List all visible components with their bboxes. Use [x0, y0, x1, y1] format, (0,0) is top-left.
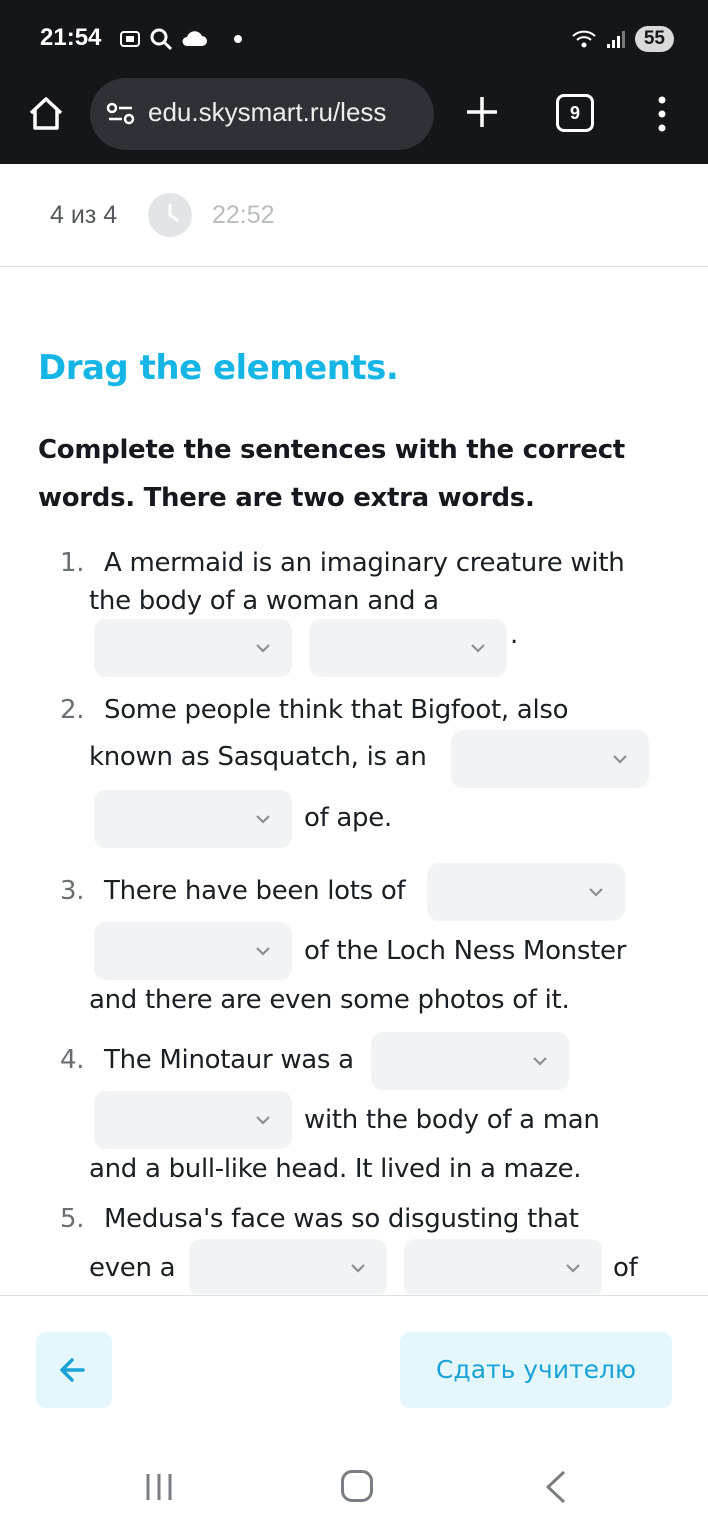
action-bar: Сдать учителю — [0, 1295, 708, 1425]
screenshot-icon — [120, 31, 140, 47]
site-settings-icon[interactable] — [106, 102, 136, 126]
submit-to-teacher-button[interactable]: Сдать учителю — [400, 1332, 672, 1408]
search-icon — [150, 28, 173, 51]
task-instructions: Complete the sentences with the correct … — [38, 435, 625, 513]
progress-row: 4 из 4 22:52 — [0, 165, 708, 267]
question-text: There have been lots of — [104, 876, 406, 906]
answer-dropdown[interactable] — [427, 863, 625, 921]
back-nav-icon[interactable] — [544, 1470, 568, 1504]
question-text: Medusa's face was so disgusting that — [104, 1204, 579, 1234]
task-content[interactable]: Drag the elements. Complete the sentence… — [0, 268, 708, 1294]
answer-dropdown[interactable] — [94, 1091, 292, 1149]
question-text: even a — [89, 1253, 176, 1283]
status-bar: 21:54 55 — [0, 0, 708, 78]
browser-toolbar: edu.skysmart.ru/less 9 — [0, 78, 708, 164]
recent-apps-icon[interactable] — [144, 1472, 176, 1502]
chevron-down-icon — [533, 1057, 547, 1066]
new-tab-icon[interactable] — [464, 94, 500, 130]
question-text: of the Loch Ness Monster — [304, 936, 627, 966]
question-number: 2. — [60, 695, 85, 725]
status-icons-left — [118, 26, 242, 52]
answer-dropdown[interactable] — [451, 730, 649, 788]
arrow-left-icon — [60, 1358, 85, 1382]
answer-dropdown[interactable] — [404, 1239, 602, 1294]
clock-icon — [148, 193, 192, 237]
battery-indicator: 55 — [634, 26, 674, 52]
status-time: 21:54 — [40, 24, 102, 51]
question-number: 3. — [60, 876, 85, 906]
previous-button[interactable] — [36, 1332, 112, 1408]
more-menu-icon[interactable] — [652, 94, 672, 134]
url-text[interactable]: edu.skysmart.ru/less — [148, 97, 386, 128]
tab-switcher-button[interactable]: 9 — [556, 94, 594, 132]
question-number: 4. — [60, 1045, 85, 1075]
question-text: known as Sasquatch, is an — [89, 742, 427, 772]
cloud-icon — [182, 31, 207, 46]
system-nav-bar — [0, 1426, 708, 1536]
timer: 22:52 — [212, 201, 275, 229]
question-number: 5. — [60, 1204, 85, 1234]
home-icon[interactable] — [26, 94, 66, 134]
question-text: A mermaid is an imaginary creature with — [104, 548, 625, 578]
answer-dropdown[interactable] — [94, 619, 292, 677]
answer-dropdown[interactable] — [309, 619, 507, 677]
chevron-down-icon — [256, 947, 270, 956]
answer-dropdown[interactable] — [94, 922, 292, 980]
chevron-down-icon — [589, 888, 603, 897]
question-text: . — [510, 620, 518, 650]
question-text: and a bull-like head. It lived in a maze… — [89, 1154, 582, 1184]
answer-dropdown[interactable] — [189, 1239, 387, 1294]
question-text: the body of a woman and a — [89, 586, 439, 616]
wifi-icon — [572, 30, 596, 48]
question-text: of ape. — [304, 803, 392, 833]
status-icons-right: 55 — [571, 26, 674, 52]
address-bar[interactable]: edu.skysmart.ru/less — [90, 78, 434, 150]
chevron-down-icon — [471, 644, 485, 653]
chevron-down-icon — [256, 644, 270, 653]
chevron-down-icon — [613, 755, 627, 764]
chevron-down-icon — [256, 815, 270, 824]
chevron-down-icon — [256, 1116, 270, 1125]
answer-dropdown[interactable] — [94, 790, 292, 848]
chevron-down-icon — [566, 1264, 580, 1273]
chevron-down-icon — [351, 1264, 365, 1273]
question-text: with the body of a man — [304, 1105, 600, 1135]
question-text: of — [613, 1253, 638, 1283]
home-nav-icon[interactable] — [341, 1470, 373, 1502]
signal-icon — [606, 31, 625, 48]
notification-dot — [234, 35, 242, 43]
question-text: Some people think that Bigfoot, also — [104, 695, 569, 725]
question-number: 1. — [60, 548, 85, 578]
answer-dropdown[interactable] — [371, 1032, 569, 1090]
question-text: The Minotaur was a — [104, 1045, 354, 1075]
task-counter: 4 из 4 — [50, 201, 118, 229]
question-text: and there are even some photos of it. — [89, 985, 570, 1015]
task-title: Drag the elements. — [38, 348, 399, 388]
